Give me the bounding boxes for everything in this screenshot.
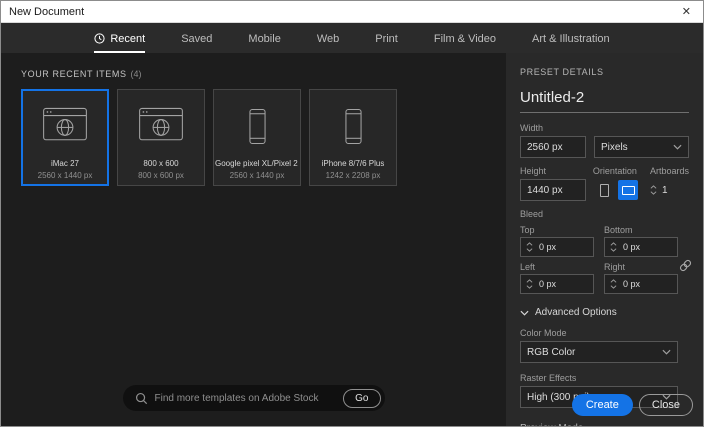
template-cards: iMac 27 2560 x 1440 px 800 x 600 800 x 6… <box>21 89 397 186</box>
artboards-label: Artboards <box>649 166 689 176</box>
units-value: Pixels <box>601 141 628 153</box>
template-dimensions: 1242 x 2208 px <box>325 171 381 180</box>
orientation-landscape-button[interactable] <box>618 180 638 200</box>
template-dimensions: 2560 x 1440 px <box>229 171 285 180</box>
bleed-right-value: 0 px <box>623 279 641 289</box>
link-bleed-values-icon[interactable] <box>678 258 693 273</box>
tab-label: Saved <box>181 32 213 45</box>
bleed-top-stepper[interactable]: 0 px <box>520 237 594 257</box>
template-card-800x600[interactable]: 800 x 600 800 x 600 px <box>117 89 205 186</box>
tab-label: Mobile <box>248 32 281 45</box>
tab-label: Web <box>316 32 340 45</box>
close-icon[interactable]: ✕ <box>678 5 695 18</box>
monitor-globe-icon <box>42 100 88 152</box>
width-label: Width <box>520 123 544 133</box>
bleed-label: Bleed <box>520 209 544 219</box>
tab-film-video[interactable]: Film & Video <box>434 23 496 53</box>
bleed-top-value: 0 px <box>539 242 557 252</box>
tab-recent[interactable]: Recent <box>94 23 146 53</box>
artboards-value: 1 <box>662 184 668 196</box>
tab-art-illustration[interactable]: Art & Illustration <box>532 23 610 53</box>
adobe-stock-searchbar: Go <box>122 385 385 411</box>
width-field[interactable] <box>520 136 586 158</box>
phone-icon <box>248 100 266 152</box>
create-button[interactable]: Create <box>571 394 633 416</box>
preview-mode-label: Preview Mode <box>520 423 689 426</box>
template-name: Google pixel XL/Pixel 2 XL <box>215 159 299 168</box>
template-name: 800 x 600 <box>143 159 179 168</box>
search-icon <box>135 392 148 405</box>
height-label: Height <box>520 166 547 176</box>
recent-items-panel: YOUR RECENT ITEMS (4) iMac 27 2560 x 1440… <box>1 53 506 426</box>
bleed-left-value: 0 px <box>539 279 557 289</box>
tab-label: Art & Illustration <box>532 32 610 45</box>
template-card-google-pixel[interactable]: Google pixel XL/Pixel 2 XL 2560 x 1440 p… <box>213 89 301 186</box>
tab-label: Film & Video <box>433 32 497 45</box>
phone-icon <box>344 100 362 152</box>
template-card-imac27[interactable]: iMac 27 2560 x 1440 px <box>21 89 109 186</box>
tab-web[interactable]: Web <box>317 23 339 53</box>
template-name: iPhone 8/7/6 Plus <box>321 159 385 168</box>
stepper-arrows-icon <box>526 242 533 252</box>
stepper-arrows-icon <box>526 279 533 289</box>
preset-details-heading: PRESET DETAILS <box>520 67 604 77</box>
tab-label: Recent <box>110 32 146 45</box>
go-button[interactable]: Go <box>343 388 381 408</box>
orientation-portrait-button[interactable] <box>594 180 614 200</box>
color-mode-label: Color Mode <box>520 328 567 338</box>
landscape-icon <box>621 185 635 195</box>
chevron-down-icon <box>662 349 671 355</box>
tab-saved[interactable]: Saved <box>181 23 212 53</box>
bleed-bottom-label: Bottom <box>604 225 633 235</box>
advanced-options-toggle[interactable]: Advanced Options <box>520 307 689 318</box>
stepper-arrows-icon <box>610 279 617 289</box>
search-input[interactable] <box>154 392 344 404</box>
advanced-options-label: Advanced Options <box>535 307 617 318</box>
tab-mobile[interactable]: Mobile <box>248 23 280 53</box>
bleed-right-label: Right <box>604 262 626 272</box>
tab-label: Print <box>375 32 398 45</box>
preset-details-panel: PRESET DETAILS Width Pixels Height Orien… <box>506 53 703 426</box>
raster-effects-label: Raster Effects <box>520 373 577 383</box>
template-card-iphone[interactable]: iPhone 8/7/6 Plus 1242 x 2208 px <box>309 89 397 186</box>
monitor-globe-icon <box>138 100 184 152</box>
bleed-right-stepper[interactable]: 0 px <box>604 274 678 294</box>
template-dimensions: 2560 x 1440 px <box>37 171 93 180</box>
titlebar: New Document ✕ <box>1 1 703 23</box>
recent-items-count: (4) <box>130 69 142 79</box>
bleed-top-label: Top <box>520 225 535 235</box>
close-button[interactable]: Close <box>638 394 693 416</box>
bleed-left-label: Left <box>520 262 536 272</box>
stepper-arrows-icon <box>610 242 617 252</box>
template-name: iMac 27 <box>50 159 79 168</box>
stepper-arrows-icon <box>650 185 657 195</box>
clock-icon <box>94 33 105 44</box>
artboards-stepper[interactable]: 1 <box>650 185 668 196</box>
tabbar: Recent Saved Mobile Web Print Film & Vid… <box>1 23 703 53</box>
tab-print[interactable]: Print <box>375 23 398 53</box>
document-name-field[interactable] <box>520 89 689 113</box>
bleed-bottom-stepper[interactable]: 0 px <box>604 237 678 257</box>
orientation-label: Orientation <box>592 166 637 176</box>
chevron-down-icon <box>673 144 682 150</box>
new-document-dialog: New Document ✕ Recent Saved Mobile Web P… <box>0 0 704 427</box>
template-dimensions: 800 x 600 px <box>138 171 184 180</box>
units-dropdown[interactable]: Pixels <box>594 136 689 158</box>
recent-items-heading: YOUR RECENT ITEMS (4) <box>21 69 142 79</box>
portrait-icon <box>599 183 609 197</box>
color-mode-value: RGB Color <box>527 346 576 358</box>
window-title: New Document <box>9 5 85 18</box>
color-mode-dropdown[interactable]: RGB Color <box>520 341 678 363</box>
bleed-left-stepper[interactable]: 0 px <box>520 274 594 294</box>
chevron-down-icon <box>520 310 529 316</box>
height-field[interactable] <box>520 179 586 201</box>
bleed-bottom-value: 0 px <box>623 242 641 252</box>
